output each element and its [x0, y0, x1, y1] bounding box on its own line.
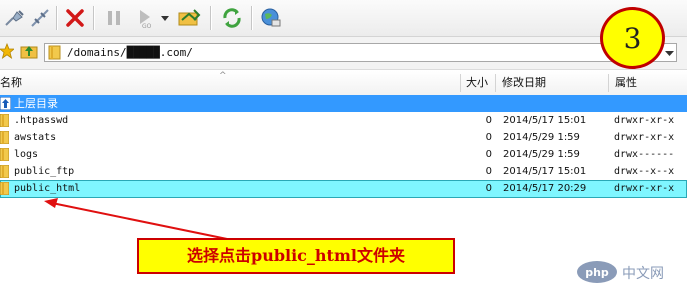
connect-icon [4, 7, 26, 29]
svg-text:GO: GO [142, 23, 152, 29]
up-folder-icon [0, 96, 12, 111]
execute-button[interactable]: GO [132, 5, 158, 31]
dropdown-icon [160, 13, 170, 23]
file-name: awstats [14, 132, 57, 143]
dropdown-icon [664, 43, 674, 62]
file-attributes: drwx--x--x [614, 166, 675, 177]
folder-icon [0, 147, 10, 162]
address-field[interactable]: /domains/█████.com/ [44, 43, 677, 62]
file-name: logs [14, 149, 39, 160]
file-name: public_html [14, 183, 81, 194]
file-size: 0 [485, 115, 492, 126]
folder-icon [48, 45, 62, 64]
abort-icon [64, 7, 86, 29]
column-modified[interactable]: 修改日期 [502, 71, 546, 95]
execute-dropdown[interactable] [158, 5, 172, 31]
folder-icon [0, 181, 10, 196]
file-size: 0 [485, 166, 492, 177]
table-row[interactable]: .htpasswd 0 2014/5/17 15:01 drwxr-xr-x [0, 112, 687, 129]
file-attributes: drwxr-xr-x [614, 115, 675, 126]
sort-ascending-icon: ^ [219, 71, 227, 81]
folder-icon [0, 113, 10, 128]
file-attributes: drwxr-xr-x [614, 132, 675, 143]
php-logo: php [577, 261, 617, 283]
column-divider [495, 74, 496, 92]
refresh-icon [221, 7, 243, 29]
file-attributes: drwxr-xr-x [614, 183, 675, 194]
table-row-public-html[interactable]: public_html 0 2014/5/17 20:29 drwxr-xr-x [0, 180, 687, 198]
bookmark-star-icon[interactable] [0, 42, 16, 63]
abort-button[interactable] [62, 5, 88, 31]
connect-button[interactable] [2, 5, 28, 31]
file-name: public_ftp [14, 166, 75, 177]
globe-icon [260, 7, 282, 29]
file-size: 0 [485, 132, 492, 143]
disconnect-button[interactable] [27, 5, 53, 31]
column-name[interactable]: 名称 [0, 71, 22, 95]
table-row[interactable]: public_ftp 0 2014/5/17 15:01 drwx--x--x [0, 163, 687, 180]
file-size: 0 [485, 183, 492, 194]
disconnect-icon [29, 7, 51, 29]
transfer-button[interactable] [176, 5, 202, 31]
folder-icon [0, 164, 10, 179]
column-divider [608, 74, 609, 92]
pause-button[interactable] [101, 5, 127, 31]
file-name: 上层目录 [14, 97, 58, 110]
address-bar: /domains/█████.com/ [0, 37, 687, 70]
pause-icon [103, 7, 125, 29]
toolbar-separator [56, 6, 58, 30]
parent-directory-row[interactable]: 上层目录 [0, 95, 687, 112]
column-size[interactable]: 大小 [466, 71, 488, 95]
toolbar-separator [93, 6, 95, 30]
file-attributes: drwx------ [614, 149, 675, 160]
column-header: 名称 ^ 大小 修改日期 属性 [0, 71, 687, 96]
column-attributes[interactable]: 属性 [615, 71, 637, 95]
file-name: .htpasswd [14, 115, 69, 126]
toolbar: GO [0, 0, 687, 37]
file-date: 2014/5/29 1:59 [503, 149, 580, 160]
toolbar-separator [210, 6, 212, 30]
step-badge: 3 [600, 7, 665, 69]
annotation-callout: 选择点击public_html文件夹 [137, 238, 455, 274]
file-date: 2014/5/17 15:01 [503, 166, 587, 177]
watermark: php 中文网 [577, 258, 681, 288]
table-row[interactable]: logs 0 2014/5/29 1:59 drwx------ [0, 146, 687, 163]
parent-folder-icon[interactable] [20, 43, 38, 63]
address-dropdown[interactable] [662, 44, 676, 61]
file-date: 2014/5/17 15:01 [503, 115, 587, 126]
file-date: 2014/5/17 20:29 [503, 183, 587, 194]
column-divider [460, 74, 461, 92]
site-manager-button[interactable] [258, 5, 284, 31]
address-path: /domains/█████.com/ [67, 46, 193, 59]
toolbar-separator [251, 6, 253, 30]
file-date: 2014/5/29 1:59 [503, 132, 580, 143]
watermark-text: 中文网 [622, 266, 664, 282]
file-size: 0 [485, 149, 492, 160]
folder-icon [0, 130, 10, 145]
transfer-icon [177, 7, 201, 29]
table-row[interactable]: awstats 0 2014/5/29 1:59 drwxr-xr-x [0, 129, 687, 146]
refresh-button[interactable] [219, 5, 245, 31]
execute-icon: GO [134, 7, 156, 29]
